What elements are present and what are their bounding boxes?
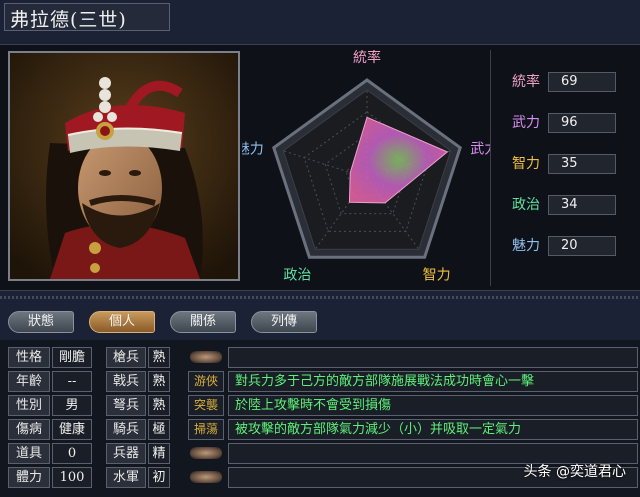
troop-rank: 熟 — [148, 371, 170, 392]
skill-slot-icon — [190, 471, 222, 483]
stat-value: 34 — [548, 195, 616, 215]
radar-axis-label: 武力 — [470, 142, 490, 158]
troop-rank: 熟 — [148, 395, 170, 416]
tab-1[interactable]: 個人 — [89, 311, 155, 333]
tab-0[interactable]: 狀態 — [8, 311, 74, 333]
troop-rank: 熟 — [148, 347, 170, 368]
radar-svg: 統率武力智力 政治 魅力 — [236, 49, 498, 283]
personal-label: 體力 — [8, 467, 50, 488]
stat-value: 96 — [548, 113, 616, 133]
stat-value: 35 — [548, 154, 616, 174]
troop-label: 水軍 — [106, 467, 146, 488]
personal-label: 性別 — [8, 395, 50, 416]
stat-label: 武力 — [512, 115, 540, 131]
troop-label: 戟兵 — [106, 371, 146, 392]
personal-label: 道具 — [8, 443, 50, 464]
stat-label: 魅力 — [512, 238, 540, 254]
stat-label: 統率 — [512, 74, 540, 90]
personal-value: 健康 — [52, 419, 92, 440]
skill-description — [228, 347, 638, 368]
stat-label: 智力 — [512, 156, 540, 172]
personal-value: -- — [52, 371, 92, 392]
divider — [0, 296, 640, 299]
stat-value: 20 — [548, 236, 616, 256]
skill-slot-icon — [190, 351, 222, 363]
stat-value: 69 — [548, 72, 616, 92]
tab-2[interactable]: 關係 — [170, 311, 236, 333]
skill-description: 被攻擊的敵方部隊氣力減少（小）并吸取一定氣力 — [228, 419, 638, 440]
tab-3[interactable]: 列傳 — [251, 311, 317, 333]
radar-axis-label: 魅力 — [242, 142, 264, 158]
personal-label: 傷病 — [8, 419, 50, 440]
troop-rank: 極 — [148, 419, 170, 440]
radar-axis-label: 智力 — [423, 267, 451, 283]
skill-name[interactable]: 掃蕩 — [188, 419, 224, 440]
troop-label: 騎兵 — [106, 419, 146, 440]
personal-label: 性格 — [8, 347, 50, 368]
personal-value: 剛膽 — [52, 347, 92, 368]
portrait — [8, 51, 240, 281]
skill-description: 於陸上攻擊時不會受到損傷 — [228, 395, 638, 416]
officer-name: 弗拉德(三世) — [10, 9, 127, 31]
personal-label: 年齡 — [8, 371, 50, 392]
troop-label: 弩兵 — [106, 395, 146, 416]
skill-name[interactable]: 突襲 — [188, 395, 224, 416]
radar-chart: 統率武力智力 政治 魅力 — [236, 49, 498, 286]
stat-label: 政治 — [512, 197, 540, 213]
watermark: 头条 @奕道君心 — [523, 464, 626, 480]
troop-rank: 精 — [148, 443, 170, 464]
skill-slot-icon — [190, 447, 222, 459]
personal-value: 0 — [52, 443, 92, 464]
radar-axis-label: 政治 — [283, 267, 311, 283]
troop-rank: 初 — [148, 467, 170, 488]
troop-label: 兵器 — [106, 443, 146, 464]
skill-name[interactable]: 游俠 — [188, 371, 224, 392]
portrait-image — [10, 53, 238, 279]
personal-value: 100 — [52, 467, 92, 488]
personal-value: 男 — [52, 395, 92, 416]
skill-description: 對兵力多于己方的敵方部隊施展戰法成功時會心一擊 — [228, 371, 638, 392]
troop-label: 槍兵 — [106, 347, 146, 368]
radar-axis-label: 統率 — [353, 50, 381, 66]
